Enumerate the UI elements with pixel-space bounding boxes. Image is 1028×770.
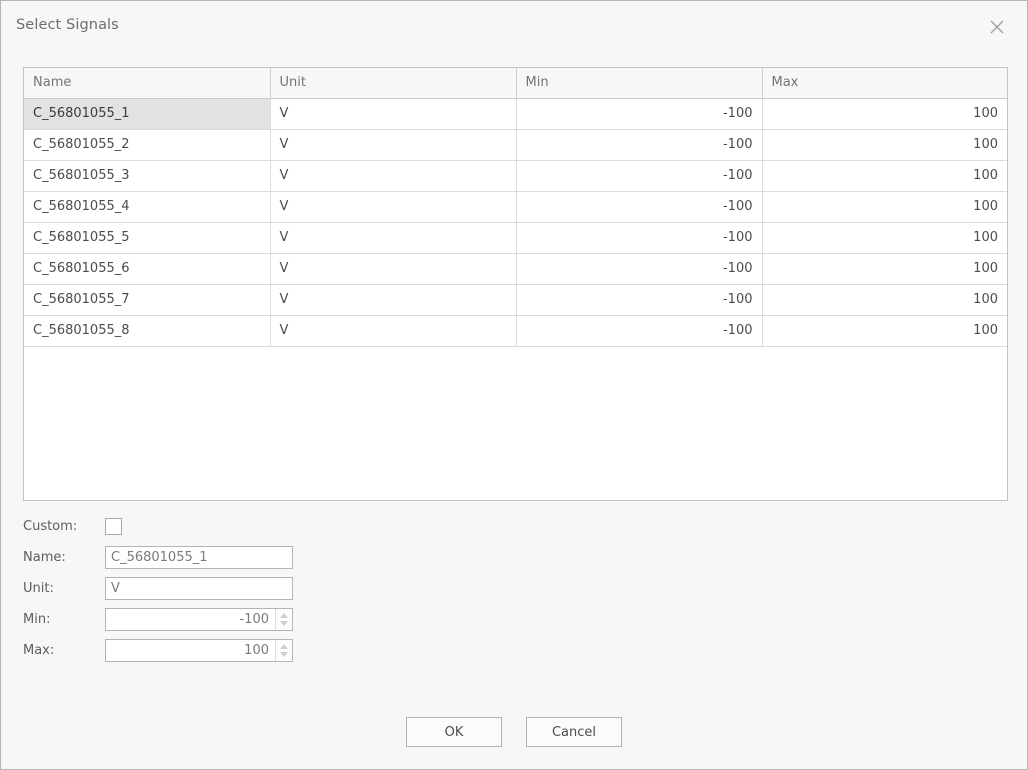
signals-table-panel[interactable]: Name Unit Min Max C_56801055_1 V -100 100 C_… xyxy=(23,67,1008,501)
cell-unit[interactable]: V xyxy=(270,253,517,285)
cell-max[interactable]: 100 xyxy=(762,160,1007,192)
table-row[interactable]: C_56801055_5 V -100 100 xyxy=(24,222,1007,254)
cell-name[interactable]: C_56801055_5 xyxy=(24,222,271,254)
cell-max[interactable]: 100 xyxy=(762,191,1007,223)
cell-name[interactable]: C_56801055_4 xyxy=(24,191,271,223)
table-row[interactable]: C_56801055_4 V -100 100 xyxy=(24,191,1007,223)
chevron-down-icon[interactable] xyxy=(280,652,288,657)
dialog-title: Select Signals xyxy=(16,17,119,33)
cell-min[interactable]: -100 xyxy=(516,315,763,347)
cell-name[interactable]: C_56801055_3 xyxy=(24,160,271,192)
name-label: Name: xyxy=(23,550,66,565)
cancel-button[interactable]: Cancel xyxy=(526,717,622,747)
column-header-name[interactable]: Name xyxy=(24,68,271,99)
cell-unit[interactable]: V xyxy=(270,98,517,130)
cell-unit[interactable]: V xyxy=(270,160,517,192)
table-row[interactable]: C_56801055_8 V -100 100 xyxy=(24,315,1007,347)
signals-table: Name Unit Min Max C_56801055_1 V -100 100 C_… xyxy=(24,68,1007,347)
max-stepper-buttons xyxy=(275,640,292,661)
signals-table-body: C_56801055_1 V -100 100 C_56801055_2 V -100 100… xyxy=(24,98,1007,347)
column-header-min[interactable]: Min xyxy=(516,68,763,99)
form-row-custom: Custom: xyxy=(23,511,443,542)
custom-checkbox[interactable] xyxy=(105,518,122,535)
table-header-row: Name Unit Min Max xyxy=(24,68,1007,99)
chevron-up-icon[interactable] xyxy=(280,644,288,649)
cell-max[interactable]: 100 xyxy=(762,315,1007,347)
cell-unit[interactable]: V xyxy=(270,129,517,161)
table-row[interactable]: C_56801055_7 V -100 100 xyxy=(24,284,1007,316)
cell-name[interactable]: C_56801055_6 xyxy=(24,253,271,285)
table-row[interactable]: C_56801055_2 V -100 100 xyxy=(24,129,1007,161)
form-row-unit: Unit: xyxy=(23,573,443,604)
min-stepper[interactable]: -100 xyxy=(105,608,293,631)
form-row-min: Min: -100 xyxy=(23,604,443,635)
select-signals-dialog: Select Signals Name Unit Min Max C_56801… xyxy=(0,0,1028,770)
unit-input[interactable] xyxy=(105,577,293,600)
chevron-up-icon[interactable] xyxy=(280,613,288,618)
cell-name[interactable]: C_56801055_7 xyxy=(24,284,271,316)
cell-min[interactable]: -100 xyxy=(516,160,763,192)
max-value[interactable]: 100 xyxy=(106,643,275,658)
cell-unit[interactable]: V xyxy=(270,315,517,347)
form-row-max: Max: 100 xyxy=(23,635,443,666)
min-label: Min: xyxy=(23,612,51,627)
cell-max[interactable]: 100 xyxy=(762,129,1007,161)
close-icon[interactable] xyxy=(983,13,1011,41)
cell-max[interactable]: 100 xyxy=(762,222,1007,254)
cell-min[interactable]: -100 xyxy=(516,191,763,223)
cell-unit[interactable]: V xyxy=(270,222,517,254)
table-row[interactable]: C_56801055_6 V -100 100 xyxy=(24,253,1007,285)
cell-min[interactable]: -100 xyxy=(516,129,763,161)
cell-min[interactable]: -100 xyxy=(516,284,763,316)
ok-button[interactable]: OK xyxy=(406,717,502,747)
dialog-titlebar: Select Signals xyxy=(1,1,1027,53)
chevron-down-icon[interactable] xyxy=(280,621,288,626)
cell-min[interactable]: -100 xyxy=(516,98,763,130)
cell-name[interactable]: C_56801055_2 xyxy=(24,129,271,161)
form-row-name: Name: xyxy=(23,542,443,573)
signal-detail-form: Custom: Name: Unit: Min: -100 Max: xyxy=(23,511,443,666)
table-row[interactable]: C_56801055_1 V -100 100 xyxy=(24,98,1007,130)
unit-label: Unit: xyxy=(23,581,54,596)
column-header-unit[interactable]: Unit xyxy=(270,68,517,99)
column-header-max[interactable]: Max xyxy=(762,68,1007,99)
cell-max[interactable]: 100 xyxy=(762,253,1007,285)
min-stepper-buttons xyxy=(275,609,292,630)
cell-min[interactable]: -100 xyxy=(516,222,763,254)
cell-max[interactable]: 100 xyxy=(762,284,1007,316)
min-value[interactable]: -100 xyxy=(106,612,275,627)
cell-max[interactable]: 100 xyxy=(762,98,1007,130)
name-input[interactable] xyxy=(105,546,293,569)
cell-min[interactable]: -100 xyxy=(516,253,763,285)
cell-name[interactable]: C_56801055_1 xyxy=(24,98,271,130)
cell-name[interactable]: C_56801055_8 xyxy=(24,315,271,347)
max-stepper[interactable]: 100 xyxy=(105,639,293,662)
cell-unit[interactable]: V xyxy=(270,191,517,223)
table-row[interactable]: C_56801055_3 V -100 100 xyxy=(24,160,1007,192)
custom-label: Custom: xyxy=(23,519,78,534)
dialog-button-bar: OK Cancel xyxy=(1,717,1027,747)
max-label: Max: xyxy=(23,643,55,658)
cell-unit[interactable]: V xyxy=(270,284,517,316)
